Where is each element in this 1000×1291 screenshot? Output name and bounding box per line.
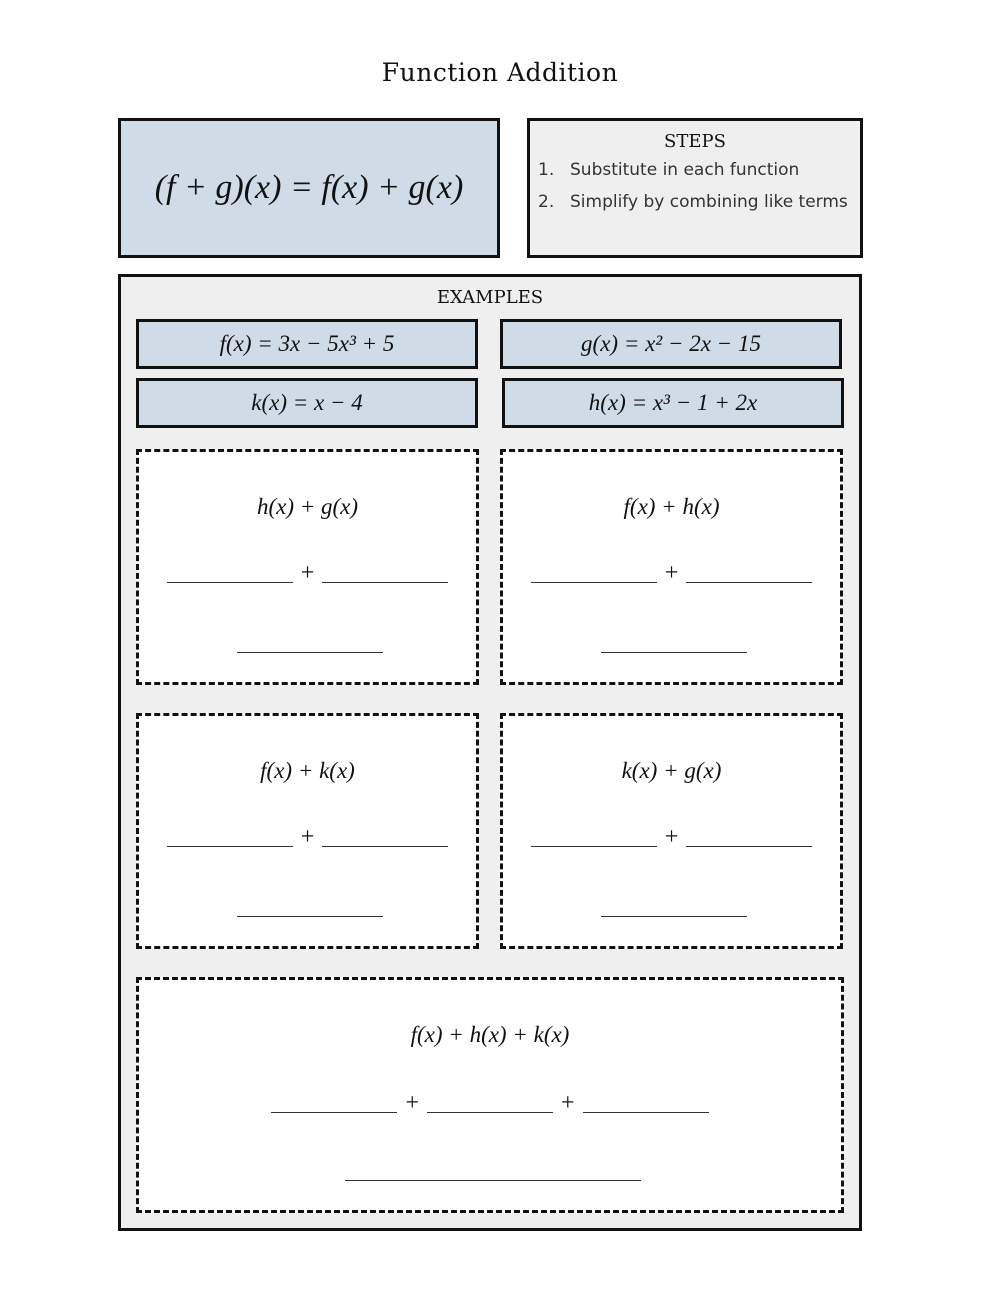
- function-f: f(x) = 3x − 5x³ + 5: [219, 331, 395, 356]
- answer-blank[interactable]: [582, 1092, 709, 1113]
- step-number: 1.: [538, 160, 555, 180]
- plus-sign: +: [664, 560, 679, 586]
- problem-expression: f(x) + h(x) + k(x): [410, 1022, 570, 1047]
- function-h: h(x) = x³ − 1 + 2x: [588, 390, 758, 415]
- problem-card: h(x) + g(x) +: [136, 449, 479, 685]
- problem-expression: f(x) + k(x): [260, 758, 355, 783]
- simplified-answer-blank[interactable]: [237, 896, 383, 917]
- problem-expression: k(x) + g(x): [621, 758, 722, 783]
- steps-title: STEPS: [664, 131, 726, 152]
- steps-box: STEPS 1. Substitute in each function 2. Si…: [527, 118, 863, 258]
- definition-formula: (f + g)(x) = f(x) + g(x): [154, 169, 464, 206]
- simplified-answer-blank[interactable]: [345, 1160, 641, 1181]
- answer-blank[interactable]: [322, 562, 449, 583]
- plus-sign: +: [300, 560, 315, 586]
- page-title: Function Addition: [381, 58, 619, 87]
- step-number: 2.: [538, 192, 555, 212]
- answer-blank[interactable]: [271, 1092, 398, 1113]
- plus-sign: +: [405, 1090, 419, 1116]
- function-k: k(x) = x − 4: [251, 390, 363, 415]
- problem-expression: f(x) + h(x): [623, 494, 720, 519]
- function-g: g(x) = x² − 2x − 15: [581, 331, 761, 356]
- definition-box: (f + g)(x) = f(x) + g(x): [118, 118, 500, 258]
- substitution-row: +: [503, 824, 840, 850]
- substitution-row: +: [503, 560, 840, 586]
- step-text: Simplify by combining like terms: [570, 192, 848, 212]
- answer-blank[interactable]: [322, 826, 449, 847]
- plus-sign: +: [664, 824, 679, 850]
- plus-sign: +: [561, 1090, 575, 1116]
- step-item: 2. Simplify by combining like terms: [538, 192, 860, 212]
- function-g-box: g(x) = x² − 2x − 15: [500, 319, 842, 369]
- answer-blank[interactable]: [166, 826, 293, 847]
- step-text: Substitute in each function: [570, 160, 800, 180]
- simplified-answer-blank[interactable]: [601, 632, 747, 653]
- answer-blank[interactable]: [530, 826, 657, 847]
- answer-blank[interactable]: [530, 562, 657, 583]
- problem-card: k(x) + g(x) +: [500, 713, 843, 949]
- problem-card-wide: f(x) + h(x) + k(x) + +: [136, 977, 844, 1213]
- step-item: 1. Substitute in each function: [538, 160, 860, 180]
- answer-blank[interactable]: [686, 826, 813, 847]
- examples-panel: EXAMPLES f(x) = 3x − 5x³ + 5 g(x) = x² −…: [118, 274, 862, 1231]
- function-f-box: f(x) = 3x − 5x³ + 5: [136, 319, 478, 369]
- problem-expression: h(x) + g(x): [256, 494, 359, 519]
- function-k-box: k(x) = x − 4: [136, 378, 478, 428]
- problem-card: f(x) + h(x) +: [500, 449, 843, 685]
- steps-list: 1. Substitute in each function 2. Simplify…: [538, 160, 860, 212]
- problem-card: f(x) + k(x) +: [136, 713, 479, 949]
- substitution-row: + +: [139, 1090, 841, 1116]
- function-h-box: h(x) = x³ − 1 + 2x: [502, 378, 844, 428]
- answer-blank[interactable]: [686, 562, 813, 583]
- simplified-answer-blank[interactable]: [601, 896, 747, 917]
- examples-title: EXAMPLES: [436, 287, 544, 308]
- simplified-answer-blank[interactable]: [237, 632, 383, 653]
- plus-sign: +: [300, 824, 315, 850]
- answer-blank[interactable]: [427, 1092, 553, 1113]
- substitution-row: +: [139, 560, 476, 586]
- answer-blank[interactable]: [166, 562, 293, 583]
- substitution-row: +: [139, 824, 476, 850]
